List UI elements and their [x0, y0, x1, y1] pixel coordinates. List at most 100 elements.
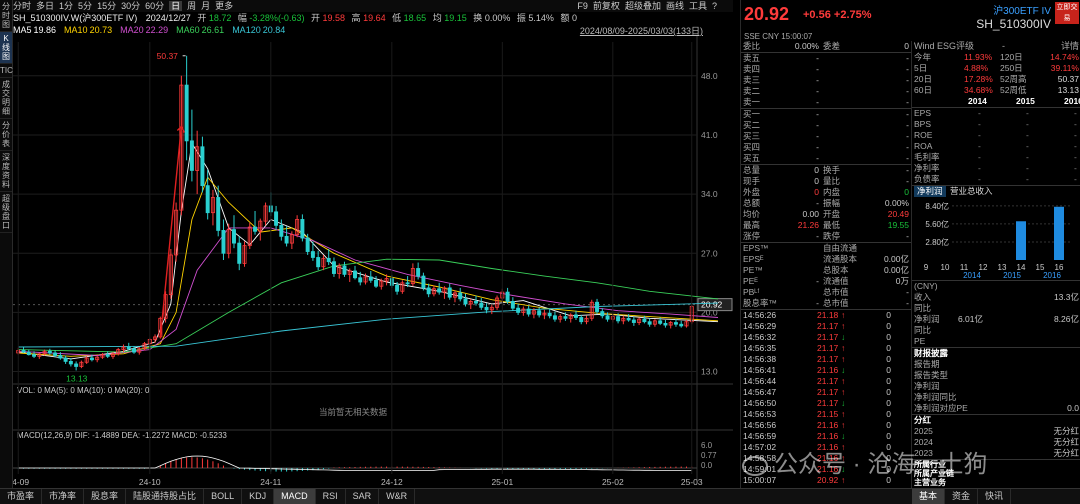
indicator-tab-5[interactable]: KDJ	[242, 489, 275, 504]
candle[interactable]	[626, 317, 631, 321]
candle[interactable]	[32, 354, 37, 357]
candle[interactable]	[331, 261, 336, 274]
candle[interactable]	[574, 314, 578, 318]
indicator-tab-9[interactable]: W&R	[379, 489, 416, 504]
candle[interactable]	[358, 277, 363, 283]
esg-detail-link[interactable]: 详情	[1061, 41, 1079, 52]
candle[interactable]	[437, 288, 442, 293]
candle[interactable]	[132, 348, 136, 353]
candle[interactable]	[216, 197, 221, 231]
indicator-tab-0[interactable]: 市盈率	[0, 489, 43, 504]
candle[interactable]	[516, 307, 521, 313]
candle[interactable]	[232, 229, 236, 244]
rev-bar[interactable]	[1016, 221, 1026, 260]
candle[interactable]	[537, 310, 542, 316]
candle[interactable]	[374, 279, 379, 287]
candle[interactable]	[631, 319, 636, 323]
candle[interactable]	[279, 224, 284, 237]
candle[interactable]	[237, 242, 242, 264]
rev-bar[interactable]	[1054, 206, 1064, 260]
candle[interactable]	[552, 315, 557, 320]
candle[interactable]	[21, 350, 26, 353]
candle[interactable]	[63, 357, 68, 362]
candle[interactable]	[447, 287, 452, 298]
candle[interactable]	[679, 323, 684, 327]
right-tab-2[interactable]: 快讯	[978, 489, 1012, 504]
candle[interactable]	[200, 146, 205, 187]
candle[interactable]	[189, 140, 194, 171]
timeframe-10[interactable]: 更多	[215, 1, 233, 11]
sidebar-item-0[interactable]: 分时图	[0, 0, 12, 32]
candle[interactable]	[68, 361, 73, 365]
timeframe-9[interactable]: 月	[201, 1, 210, 11]
sidebar-item-3[interactable]: 成交明细	[0, 78, 12, 119]
candle[interactable]	[74, 363, 79, 367]
sidebar-item-1[interactable]: K线图	[0, 32, 12, 64]
right-tab-0[interactable]: 基本	[912, 489, 946, 504]
tab-net-profit[interactable]: 净利润	[914, 186, 946, 197]
candle[interactable]	[405, 282, 410, 285]
sidebar-item-2[interactable]: TICK	[0, 64, 18, 78]
toolbar-right-3[interactable]: 画线	[666, 1, 684, 11]
indicator-tab-8[interactable]: SAR	[346, 489, 380, 504]
candle[interactable]	[221, 230, 226, 254]
candle[interactable]	[658, 320, 663, 324]
candle[interactable]	[474, 301, 478, 304]
candle[interactable]	[305, 237, 310, 252]
candle[interactable]	[253, 226, 258, 232]
timeframe-1[interactable]: 多日	[36, 1, 54, 11]
candle[interactable]	[395, 284, 400, 292]
timeframe-5[interactable]: 30分	[121, 1, 140, 11]
candle[interactable]	[505, 291, 510, 302]
candle[interactable]	[284, 235, 289, 244]
indicator-tab-4[interactable]: BOLL	[204, 489, 243, 504]
indicator-tab-3[interactable]: 陆股通持股占比	[126, 489, 205, 504]
candle[interactable]	[605, 315, 610, 320]
timeframe-8[interactable]: 周	[187, 1, 196, 11]
candle[interactable]	[458, 292, 463, 300]
candle[interactable]	[368, 276, 373, 281]
candle[interactable]	[342, 265, 347, 275]
timeframe-3[interactable]: 5分	[78, 1, 92, 11]
candle[interactable]	[510, 301, 515, 309]
candle[interactable]	[300, 219, 305, 239]
indicator-tab-7[interactable]: RSI	[316, 489, 346, 504]
timeframe-6[interactable]: 60分	[145, 1, 164, 11]
timeframe-7[interactable]: 日	[169, 1, 183, 11]
candle[interactable]	[316, 257, 321, 268]
candle[interactable]	[579, 317, 584, 323]
candle[interactable]	[353, 270, 357, 279]
candle[interactable]	[274, 211, 279, 226]
sidebar-item-4[interactable]: 分价表	[0, 119, 12, 151]
candle[interactable]	[642, 318, 647, 323]
candle[interactable]	[421, 275, 426, 289]
candle[interactable]	[479, 302, 484, 308]
candle[interactable]	[53, 352, 58, 356]
toolbar-right-1[interactable]: 前复权	[593, 1, 620, 11]
candle[interactable]	[105, 354, 110, 357]
timeframe-2[interactable]: 1分	[59, 1, 73, 11]
sidebar-item-6[interactable]: 超级盘口	[0, 192, 12, 233]
candle[interactable]	[26, 351, 31, 356]
candle[interactable]	[547, 312, 552, 317]
candle[interactable]	[184, 84, 189, 142]
candle[interactable]	[326, 257, 331, 263]
candle[interactable]	[595, 301, 600, 312]
candle[interactable]	[463, 298, 468, 305]
sidebar-item-5[interactable]: 深度资料	[0, 151, 12, 192]
candle[interactable]	[673, 322, 678, 325]
candle[interactable]	[484, 306, 489, 311]
candle[interactable]	[647, 321, 652, 325]
toolbar-right-0[interactable]: F9	[577, 1, 588, 11]
toolbar-right-2[interactable]: 超级叠加	[625, 1, 661, 11]
candle[interactable]	[89, 357, 94, 361]
candle[interactable]	[126, 346, 131, 350]
indicator-tab-2[interactable]: 股息率	[84, 489, 127, 504]
indicator-tab-1[interactable]: 市净率	[42, 489, 85, 504]
kline-chart[interactable]: 48.041.034.027.020.013.020.9250.3713.13V…	[13, 36, 733, 488]
trade-now-button[interactable]: 立即交易	[1055, 2, 1079, 24]
tab-revenue[interactable]: 营业总收入	[950, 186, 993, 197]
timeframe-4[interactable]: 15分	[97, 1, 116, 11]
toolbar-right-5[interactable]: ?	[712, 1, 717, 11]
right-tab-1[interactable]: 资金	[945, 489, 979, 504]
